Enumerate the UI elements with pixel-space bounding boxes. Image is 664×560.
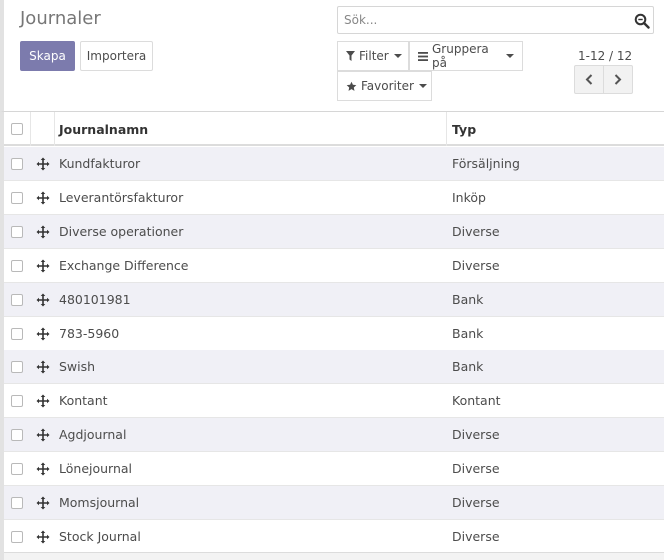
journal-name: Stock Journal — [59, 528, 141, 544]
group-by-button[interactable]: Gruppera på — [409, 41, 523, 71]
drag-handle-icon[interactable] — [36, 360, 50, 374]
journal-name: Exchange Difference — [59, 257, 189, 273]
journal-type: Diverse — [452, 427, 500, 443]
table-row[interactable]: Agdjournal Diverse — [4, 418, 664, 453]
journal-type: Inköp — [452, 189, 486, 205]
drag-handle-icon[interactable] — [36, 462, 50, 476]
journal-type: Diverse — [452, 257, 500, 273]
drag-handle-icon[interactable] — [36, 259, 50, 273]
pager-next-button[interactable] — [603, 65, 633, 94]
table-row[interactable]: Kontant Kontant — [4, 384, 664, 419]
star-icon — [346, 81, 357, 92]
journal-type: Bank — [452, 325, 484, 341]
table-row[interactable]: Stock Journal Diverse — [4, 519, 664, 554]
column-separator — [446, 112, 447, 146]
table-row[interactable]: 783-5960 Bank — [4, 316, 664, 351]
favorites-label: Favoriter — [361, 79, 414, 93]
search-icon[interactable] — [634, 13, 650, 29]
journal-type: Diverse — [452, 495, 500, 510]
row-checkbox[interactable] — [11, 463, 23, 476]
journal-list: Journalnamn Typ Kundfakturor Försäljning L… — [0, 111, 664, 560]
row-checkbox[interactable] — [11, 429, 23, 442]
drag-handle-icon[interactable] — [36, 496, 50, 510]
favorites-button[interactable]: Favoriter — [337, 71, 432, 101]
journal-name: 480101981 — [59, 291, 131, 307]
drag-handle-icon[interactable] — [36, 293, 50, 307]
create-button[interactable]: Skapa — [20, 41, 75, 71]
journal-type: Bank — [452, 291, 484, 307]
table-row[interactable]: Swish Bank — [4, 350, 664, 385]
group-by-label: Gruppera på — [432, 42, 489, 70]
drag-handle-icon[interactable] — [36, 157, 50, 171]
list-icon — [418, 51, 428, 61]
drag-handle-icon[interactable] — [36, 394, 50, 408]
row-checkbox[interactable] — [11, 395, 23, 408]
row-checkbox[interactable] — [11, 530, 23, 543]
journal-name: Agdjournal — [59, 427, 127, 443]
journal-name: Kundfakturor — [59, 156, 141, 171]
row-checkbox[interactable] — [11, 259, 23, 272]
table-row[interactable]: Diverse operationer Diverse — [4, 214, 664, 249]
table-row[interactable]: Lönejournal Diverse — [4, 452, 664, 487]
list-header: Journalnamn Typ — [4, 112, 664, 146]
filter-icon — [346, 51, 355, 61]
filter-button[interactable]: Filter — [337, 41, 409, 71]
column-header-type[interactable]: Typ — [452, 122, 476, 137]
pager-previous-button[interactable] — [574, 65, 604, 94]
import-button[interactable]: Importera — [80, 41, 153, 71]
drag-handle-icon[interactable] — [36, 428, 50, 442]
column-separator — [30, 112, 31, 146]
journal-name: Momsjournal — [59, 495, 140, 510]
table-row[interactable]: Leverantörsfakturor Inköp — [4, 180, 664, 215]
select-all-checkbox[interactable] — [11, 123, 23, 135]
journal-name: Kontant — [59, 393, 108, 409]
column-header-name[interactable]: Journalnamn — [59, 122, 148, 137]
journal-name: Leverantörsfakturor — [59, 189, 184, 205]
drag-handle-icon[interactable] — [36, 530, 50, 544]
chevron-down-icon — [506, 54, 514, 58]
drag-handle-icon[interactable] — [36, 327, 50, 341]
journal-name: Swish — [59, 359, 96, 375]
row-checkbox[interactable] — [11, 225, 23, 238]
row-checkbox[interactable] — [11, 191, 23, 204]
pager-value[interactable]: 1-12 / 12 — [578, 49, 632, 63]
row-checkbox[interactable] — [11, 158, 23, 170]
chevron-down-icon — [393, 54, 402, 58]
journal-type: Försäljning — [452, 156, 520, 171]
list-footer — [4, 552, 664, 560]
search-box — [337, 6, 654, 34]
chevron-down-icon — [418, 84, 427, 88]
journal-type: Diverse — [452, 528, 500, 544]
row-checkbox[interactable] — [11, 361, 23, 374]
journal-name: 783-5960 — [59, 325, 120, 341]
table-row[interactable]: Exchange Difference Diverse — [4, 248, 664, 283]
drag-handle-icon[interactable] — [36, 191, 50, 205]
journal-type: Diverse — [452, 461, 500, 477]
drag-handle-icon[interactable] — [36, 225, 50, 239]
search-input[interactable] — [338, 7, 628, 33]
row-checkbox[interactable] — [11, 497, 23, 509]
journal-type: Bank — [452, 359, 484, 375]
control-panel: Journaler Skapa Importera Filter Grupper… — [0, 0, 664, 111]
journal-name: Diverse operationer — [59, 223, 184, 239]
chevron-right-icon — [614, 74, 622, 85]
column-separator — [54, 112, 55, 146]
page-title: Journaler — [20, 8, 101, 29]
table-row[interactable]: 480101981 Bank — [4, 282, 664, 317]
row-checkbox[interactable] — [11, 293, 23, 306]
chevron-left-icon — [585, 74, 593, 85]
filter-label: Filter — [359, 49, 389, 63]
journal-name: Lönejournal — [59, 461, 133, 477]
journal-type: Diverse — [452, 223, 500, 239]
table-row[interactable]: Kundfakturor Försäljning — [4, 147, 664, 181]
row-checkbox[interactable] — [11, 327, 23, 340]
table-row[interactable]: Momsjournal Diverse — [4, 486, 664, 520]
journal-type: Kontant — [452, 393, 501, 409]
